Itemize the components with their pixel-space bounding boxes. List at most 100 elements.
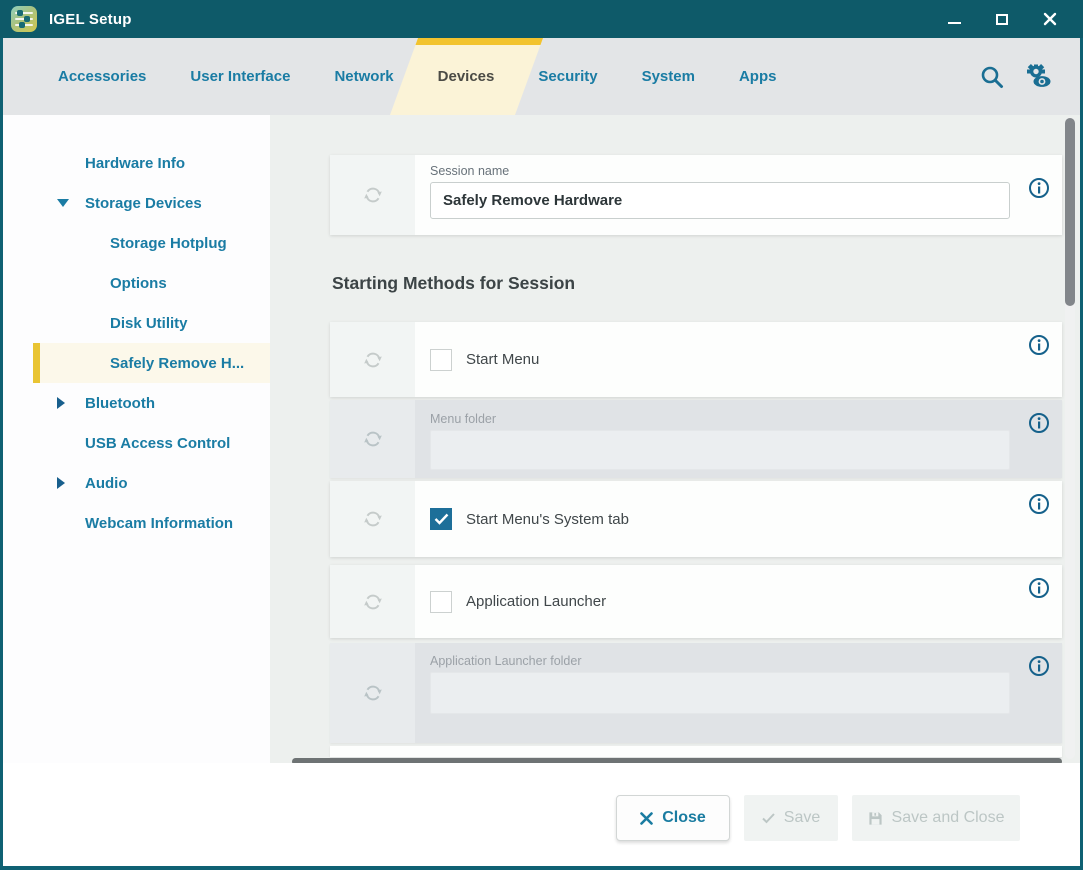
sidebar-item-label: USB Access Control xyxy=(85,435,230,452)
reset-icon xyxy=(362,508,384,530)
sidebar-item-usb-access-control[interactable]: USB Access Control xyxy=(3,423,270,463)
sidebar-item-disk-utility[interactable]: Disk Utility xyxy=(3,303,270,343)
close-window-button[interactable] xyxy=(1041,10,1059,28)
check-icon xyxy=(762,813,775,824)
info-icon xyxy=(1028,577,1050,599)
igel-setup-window: IGEL Setup Accessories User Interface Ne… xyxy=(0,0,1083,870)
save-button-label: Save xyxy=(784,809,820,827)
sidebar-item-bluetooth[interactable]: Bluetooth xyxy=(3,383,270,423)
reset-parameter-button xyxy=(330,643,415,743)
tab-devices[interactable]: Devices xyxy=(416,38,517,115)
session-name-row: Session name xyxy=(330,155,1062,235)
sidebar-item-label: Audio xyxy=(85,475,128,492)
session-name-input[interactable] xyxy=(430,182,1010,219)
search-button[interactable] xyxy=(977,62,1007,92)
application-launcher-folder-input xyxy=(430,672,1010,714)
tab-label: Security xyxy=(538,68,597,85)
sidebar-item-label: Storage Devices xyxy=(85,195,202,212)
info-icon xyxy=(1028,412,1050,434)
start-menu-checkbox[interactable] xyxy=(430,349,452,371)
minimize-icon xyxy=(948,22,961,24)
reset-parameter-button xyxy=(330,400,415,478)
info-icon xyxy=(1028,655,1050,677)
info-icon xyxy=(1028,493,1050,515)
sidebar-item-label: Webcam Information xyxy=(85,515,233,532)
close-button-label: Close xyxy=(662,809,706,827)
tab-accessories[interactable]: Accessories xyxy=(36,38,168,115)
tab-label: Network xyxy=(334,68,393,85)
chevron-right-icon[interactable] xyxy=(57,477,65,489)
igel-sliders-icon xyxy=(11,6,37,32)
tab-label: Accessories xyxy=(58,68,146,85)
reset-icon xyxy=(362,428,384,450)
tab-label: Apps xyxy=(739,68,777,85)
close-x-icon xyxy=(640,812,653,825)
tab-label: Devices xyxy=(438,68,495,85)
reset-icon xyxy=(362,349,384,371)
session-name-label: Session name xyxy=(430,164,509,178)
info-icon xyxy=(1028,334,1050,356)
chevron-down-icon[interactable] xyxy=(57,199,69,207)
info-icon xyxy=(1028,177,1050,199)
reset-parameter-button[interactable] xyxy=(330,481,415,557)
info-button[interactable] xyxy=(1028,577,1050,599)
sidebar-item-storage-devices[interactable]: Storage Devices xyxy=(3,183,270,223)
sidebar-item-storage-hotplug[interactable]: Storage Hotplug xyxy=(3,223,270,263)
tab-label: System xyxy=(642,68,695,85)
save-button: Save xyxy=(744,795,838,841)
start-menu-row: Start Menu xyxy=(330,322,1062,397)
menu-folder-row: Menu folder xyxy=(330,400,1062,478)
sidebar-item-audio[interactable]: Audio xyxy=(3,463,270,503)
reset-icon xyxy=(362,184,384,206)
maximize-button[interactable] xyxy=(993,10,1011,28)
main-tabbar: Accessories User Interface Network Devic… xyxy=(0,38,1083,115)
sidebar-item-options[interactable]: Options xyxy=(3,263,270,303)
sidebar-item-webcam-information[interactable]: Webcam Information xyxy=(3,503,270,543)
search-icon xyxy=(979,64,1005,90)
reset-icon xyxy=(362,682,384,704)
tab-system[interactable]: System xyxy=(620,38,717,115)
settings-tree-sidebar: Hardware Info Storage Devices Storage Ho… xyxy=(3,115,270,763)
gear-eye-icon xyxy=(1023,62,1053,92)
sidebar-item-label: Disk Utility xyxy=(110,315,188,332)
save-and-close-button-label: Save and Close xyxy=(892,809,1005,827)
reset-parameter-button[interactable] xyxy=(330,322,415,397)
floppy-disk-icon xyxy=(868,811,883,826)
chevron-right-icon[interactable] xyxy=(57,397,65,409)
info-button[interactable] xyxy=(1028,412,1050,434)
system-tab-checkbox[interactable] xyxy=(430,508,452,530)
application-launcher-row: Application Launcher xyxy=(330,565,1062,638)
sidebar-item-label: Safely Remove H... xyxy=(110,355,244,372)
section-heading: Starting Methods for Session xyxy=(332,273,575,294)
application-launcher-checkbox[interactable] xyxy=(430,591,452,613)
save-and-close-button: Save and Close xyxy=(852,795,1020,841)
vertical-scrollbar-track[interactable] xyxy=(1065,117,1075,759)
info-button[interactable] xyxy=(1028,177,1050,199)
tab-user-interface[interactable]: User Interface xyxy=(168,38,312,115)
close-button[interactable]: Close xyxy=(616,795,730,841)
sidebar-item-safely-remove-hardware[interactable]: Safely Remove H... xyxy=(33,343,270,383)
settings-panel: Session name Starting Methods for Sessio… xyxy=(270,115,1080,763)
vertical-scrollbar-thumb[interactable] xyxy=(1065,118,1075,306)
menu-folder-input xyxy=(430,430,1010,470)
menu-folder-label: Menu folder xyxy=(430,412,496,426)
tab-label: User Interface xyxy=(190,68,290,85)
tab-apps[interactable]: Apps xyxy=(717,38,799,115)
info-button[interactable] xyxy=(1028,334,1050,356)
reset-parameter-button[interactable] xyxy=(330,155,415,235)
footer-bar: Close Save Save and Close xyxy=(3,763,1080,866)
sidebar-item-label: Options xyxy=(110,275,167,292)
titlebar: IGEL Setup xyxy=(0,0,1083,38)
reset-parameter-button[interactable] xyxy=(330,565,415,638)
application-launcher-folder-label: Application Launcher folder xyxy=(430,654,582,668)
sidebar-item-hardware-info[interactable]: Hardware Info xyxy=(3,143,270,183)
checkbox-label: Application Launcher xyxy=(466,593,606,610)
check-icon xyxy=(434,513,449,525)
application-launcher-folder-row: Application Launcher folder xyxy=(330,643,1062,743)
minimize-button[interactable] xyxy=(945,10,963,28)
info-button[interactable] xyxy=(1028,655,1050,677)
checkbox-label: Start Menu xyxy=(466,351,539,368)
info-button[interactable] xyxy=(1028,493,1050,515)
setup-options-button[interactable] xyxy=(1023,62,1053,92)
close-icon xyxy=(1043,12,1057,26)
